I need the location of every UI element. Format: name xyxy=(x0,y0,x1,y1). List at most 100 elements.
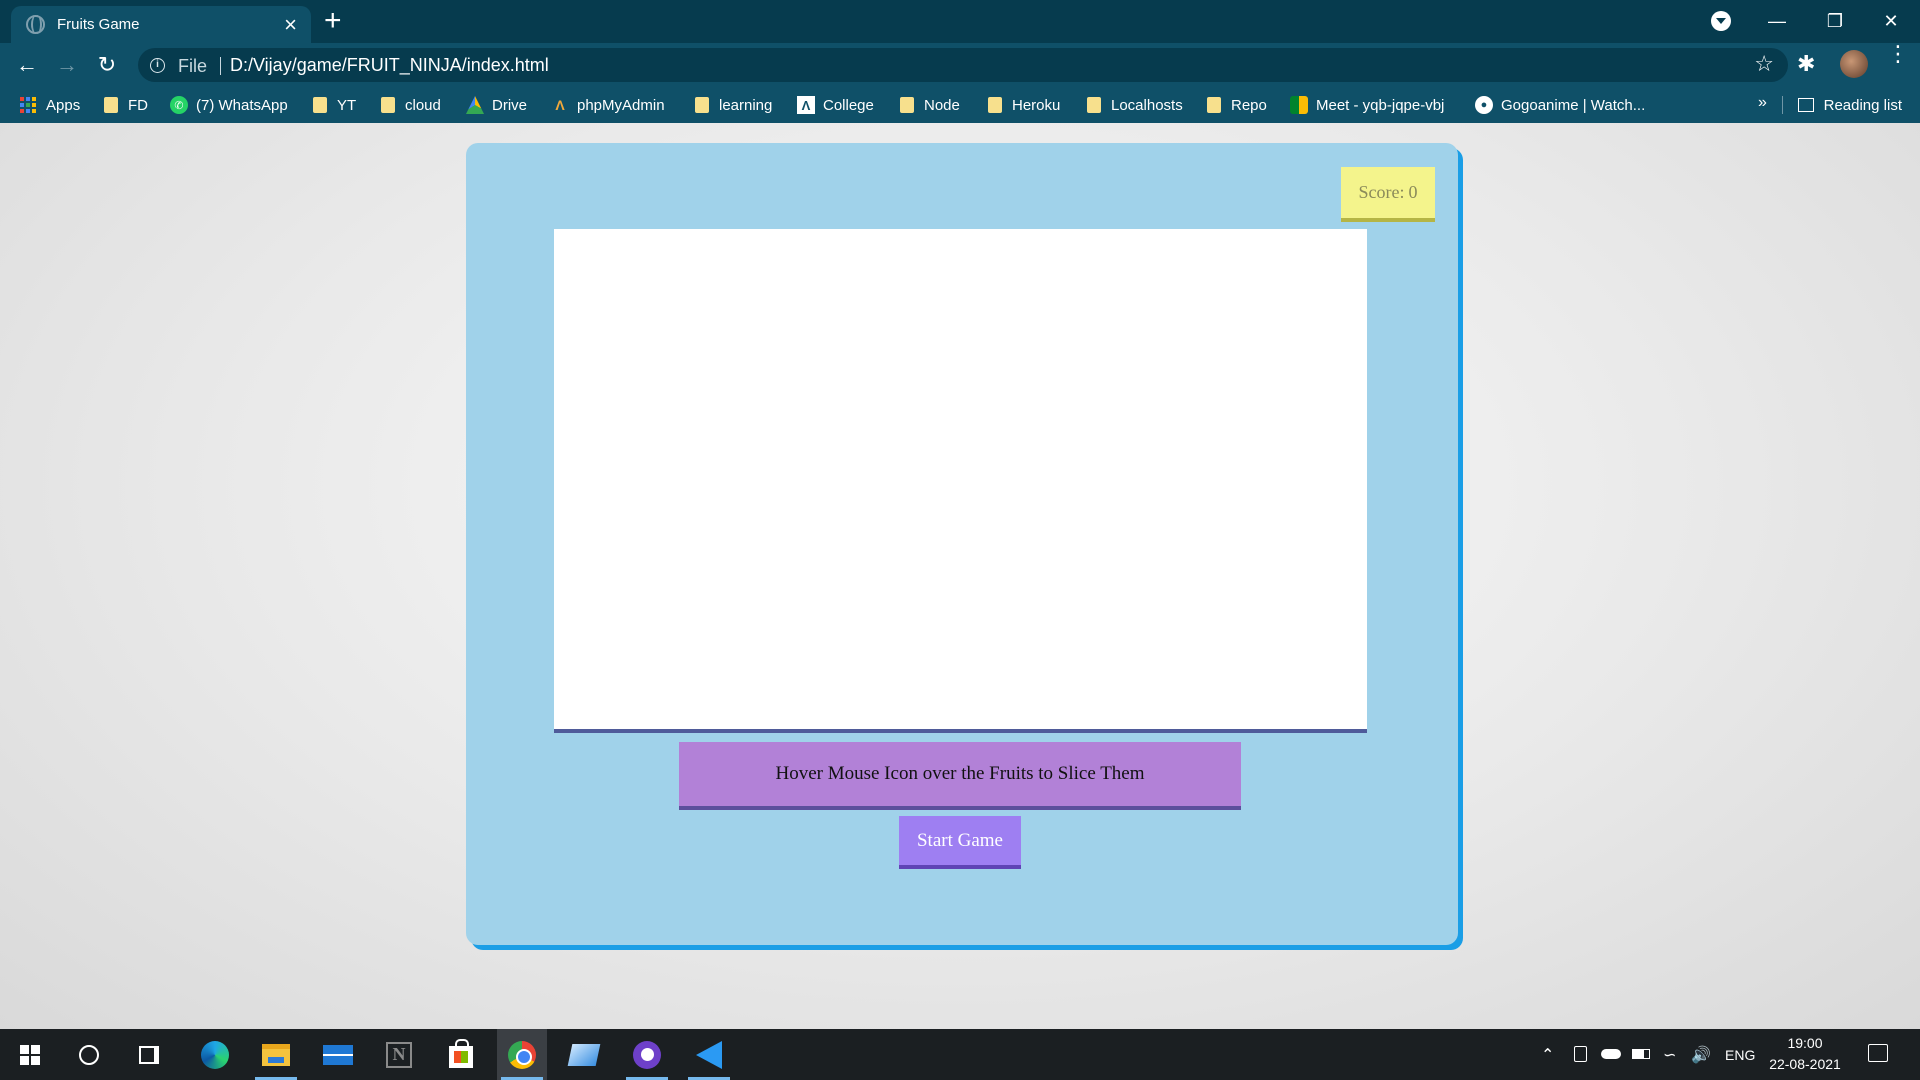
browser-tab[interactable]: Fruits Game × xyxy=(11,6,311,43)
profile-avatar[interactable] xyxy=(1840,50,1868,78)
game-container: Score: 0 Hover Mouse Icon over the Fruit… xyxy=(466,143,1458,945)
bookmark-cloud[interactable]: cloud xyxy=(381,87,441,123)
taskbar-github-desktop[interactable] xyxy=(622,1029,672,1080)
bookmark-gogoanime[interactable]: ● Gogoanime | Watch... xyxy=(1475,87,1645,123)
reading-list-button[interactable]: Reading list xyxy=(1797,87,1902,123)
start-button[interactable] xyxy=(5,1029,55,1080)
bookmark-label: Heroku xyxy=(1012,96,1061,114)
windows-taskbar: N ⌃ ∽ 🔊 ENG 19:00 22-08-2021 xyxy=(0,1029,1920,1080)
taskbar-store[interactable] xyxy=(436,1029,486,1080)
taskbar-clock[interactable]: 19:00 22-08-2021 xyxy=(1760,1033,1850,1075)
bookmark-label: YT xyxy=(337,96,357,114)
score-box: Score: 0 xyxy=(1341,167,1435,222)
phpmyadmin-icon: Λ xyxy=(555,97,565,113)
start-game-button[interactable]: Start Game xyxy=(899,816,1021,869)
forward-arrow-icon[interactable]: → xyxy=(51,49,83,81)
folder-icon xyxy=(900,97,914,113)
tab-title: Fruits Game xyxy=(57,16,140,33)
browser-toolbar: ← → ↻ i File D:/Vijay/game/FRUIT_NINJA/i… xyxy=(0,43,1920,87)
bookmark-apps[interactable]: Apps xyxy=(20,87,80,123)
bookmark-label: Apps xyxy=(46,96,81,114)
bookmark-label: learning xyxy=(719,96,773,114)
taskbar-remote-desktop[interactable] xyxy=(559,1029,609,1080)
wifi-icon[interactable]: ∽ xyxy=(1663,1029,1676,1080)
store-bag-icon xyxy=(449,1038,473,1068)
taskbar-edge[interactable] xyxy=(190,1029,240,1080)
folder-icon xyxy=(1087,97,1101,113)
bookmark-yt[interactable]: YT xyxy=(313,87,356,123)
show-hidden-icons-chevron-icon[interactable]: ⌃ xyxy=(1541,1029,1554,1080)
battery-icon[interactable] xyxy=(1632,1049,1650,1059)
folder-icon xyxy=(104,97,118,113)
volume-icon[interactable]: 🔊 xyxy=(1691,1029,1711,1080)
bookmark-college[interactable]: Λ College xyxy=(797,87,874,123)
meet-icon xyxy=(1290,96,1308,114)
bookmark-label: Meet - yqb-jqpe-vbj xyxy=(1316,96,1445,114)
task-view-button[interactable] xyxy=(124,1029,174,1080)
reading-list-icon xyxy=(1797,98,1814,112)
bookmark-repo[interactable]: Repo xyxy=(1207,87,1267,123)
back-arrow-icon[interactable]: ← xyxy=(11,49,43,81)
score-value: 0 xyxy=(1408,182,1418,202)
tab-search-icon[interactable] xyxy=(1711,11,1731,31)
bookmark-star-icon[interactable]: ☆ xyxy=(1754,51,1774,77)
browser-titlebar: Fruits Game × + — ❐ ✕ xyxy=(0,0,1920,43)
taskbar-mail[interactable] xyxy=(313,1029,363,1080)
cortana-button[interactable] xyxy=(64,1029,114,1080)
instruction-banner: Hover Mouse Icon over the Fruits to Slic… xyxy=(679,742,1241,810)
meet-now-icon[interactable] xyxy=(1574,1046,1587,1062)
taskbar-chrome[interactable] xyxy=(497,1029,547,1080)
url-text[interactable]: D:/Vijay/game/FRUIT_NINJA/index.html xyxy=(230,55,549,76)
bookmark-label: Repo xyxy=(1231,96,1267,114)
bookmark-label: cloud xyxy=(405,96,441,114)
folder-icon xyxy=(988,97,1002,113)
bookmark-fd[interactable]: FD xyxy=(104,87,148,123)
edge-icon xyxy=(201,1040,229,1069)
bookmark-label: Localhosts xyxy=(1111,96,1183,114)
address-bar[interactable]: i File D:/Vijay/game/FRUIT_NINJA/index.h… xyxy=(138,48,1788,82)
bookmark-learning[interactable]: learning xyxy=(695,87,772,123)
bookmark-whatsapp[interactable]: ✆ (7) WhatsApp xyxy=(170,87,288,123)
onedrive-cloud-icon[interactable] xyxy=(1601,1049,1621,1059)
vscode-icon xyxy=(696,1040,722,1069)
chrome-icon xyxy=(508,1040,536,1069)
bookmark-localhosts[interactable]: Localhosts xyxy=(1087,87,1183,123)
bookmark-drive[interactable]: Drive xyxy=(466,87,527,123)
bookmark-phpmyadmin[interactable]: Λ phpMyAdmin xyxy=(551,87,664,123)
clock-date: 22-08-2021 xyxy=(1769,1056,1841,1072)
file-explorer-icon xyxy=(262,1043,290,1066)
college-icon: Λ xyxy=(797,96,815,114)
language-indicator[interactable]: ENG xyxy=(1725,1029,1755,1080)
bookmark-label: Drive xyxy=(492,96,528,114)
bookmark-heroku[interactable]: Heroku xyxy=(988,87,1060,123)
reload-icon[interactable]: ↻ xyxy=(91,49,123,81)
page-viewport: Score: 0 Hover Mouse Icon over the Fruit… xyxy=(0,123,1920,1029)
close-tab-icon[interactable]: × xyxy=(284,13,297,36)
notification-center-icon[interactable] xyxy=(1868,1044,1888,1062)
taskbar-vscode[interactable] xyxy=(684,1029,734,1080)
bookmark-label: FD xyxy=(128,96,148,114)
info-icon[interactable]: i xyxy=(150,58,165,73)
fruit-play-area[interactable] xyxy=(554,229,1367,733)
taskbar-notion[interactable]: N xyxy=(374,1029,424,1080)
more-bookmarks-button[interactable]: » xyxy=(1758,94,1767,112)
bookmarks-divider xyxy=(1782,96,1783,114)
new-tab-button[interactable]: + xyxy=(324,6,342,36)
bookmark-label: (7) WhatsApp xyxy=(196,96,288,114)
taskbar-file-explorer[interactable] xyxy=(251,1029,301,1080)
folder-icon xyxy=(1207,97,1221,113)
bookmark-label: Node xyxy=(924,96,960,114)
folder-icon xyxy=(695,97,709,113)
restore-button[interactable]: ❐ xyxy=(1806,0,1864,43)
bookmark-node[interactable]: Node xyxy=(900,87,960,123)
globe-icon xyxy=(26,15,45,34)
close-window-button[interactable]: ✕ xyxy=(1862,0,1920,43)
minimize-button[interactable]: — xyxy=(1748,0,1806,43)
extensions-puzzle-icon[interactable]: ✱ xyxy=(1797,51,1815,77)
gogoanime-icon: ● xyxy=(1475,96,1493,114)
kebab-menu-icon[interactable]: ⋮ xyxy=(1887,43,1909,65)
bookmark-meet[interactable]: Meet - yqb-jqpe-vbj xyxy=(1290,87,1444,123)
apps-grid-icon xyxy=(20,97,36,113)
reading-list-label: Reading list xyxy=(1823,96,1902,114)
folder-icon xyxy=(381,97,395,113)
